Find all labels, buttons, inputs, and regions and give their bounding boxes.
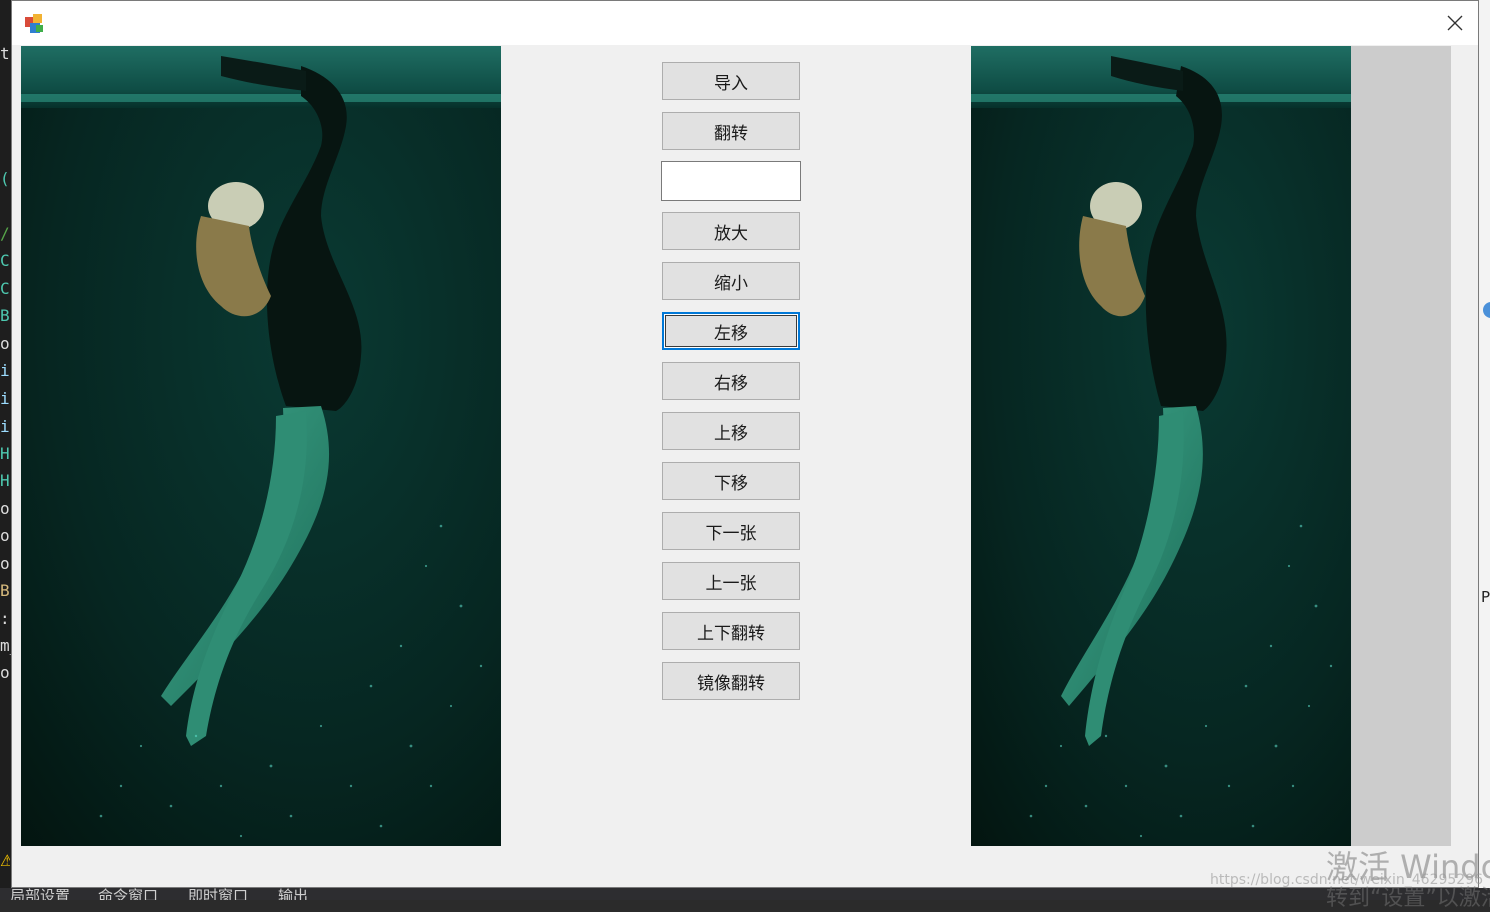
ide-code-fragment: / (0, 224, 10, 243)
move-left-button[interactable]: 左移 (662, 312, 800, 350)
zoom-out-button[interactable]: 缩小 (662, 262, 800, 300)
underwater-photo (21, 46, 501, 846)
ide-right-edge (1479, 0, 1490, 888)
ide-bottom-tabs: 局部设置 命令窗口 即时窗口 输出 (0, 888, 1490, 900)
ide-tab-locals[interactable]: 局部设置 (10, 888, 70, 900)
ide-tab-immediate[interactable]: 即时窗口 (188, 888, 248, 900)
close-icon (1447, 15, 1463, 31)
ide-right-fragment: P (1481, 588, 1490, 606)
underwater-photo-processed (971, 46, 1351, 846)
move-right-button[interactable]: 右移 (662, 362, 800, 400)
ide-tab-output[interactable]: 输出 (278, 888, 308, 900)
ide-code-fragment: C (0, 251, 10, 270)
ide-code-fragment: B (0, 581, 10, 600)
ide-code-fragment: i (0, 389, 10, 408)
value-input[interactable] (661, 161, 801, 201)
processed-image-panel (971, 46, 1351, 846)
activation-watermark-sub: 转到“设置”以激活 (1326, 886, 1490, 911)
original-image-panel (21, 46, 501, 846)
flip-button[interactable]: 翻转 (662, 112, 800, 150)
next-image-button[interactable]: 下一张 (662, 512, 800, 550)
ide-code-fragment: ( (0, 169, 10, 188)
mirror-flip-button[interactable]: 镜像翻转 (662, 662, 800, 700)
picture-box-empty-area (1351, 46, 1451, 846)
ide-code-fragment: H (0, 471, 10, 490)
app-icon (25, 14, 43, 33)
zoom-in-button[interactable]: 放大 (662, 212, 800, 250)
title-bar (12, 1, 1478, 45)
warning-icon: ⚠ (0, 852, 10, 870)
prev-image-button[interactable]: 上一张 (662, 562, 800, 600)
ide-code-fragment: i (0, 417, 10, 436)
ide-code-fragment: B (0, 306, 10, 325)
move-down-button[interactable]: 下移 (662, 462, 800, 500)
vertical-flip-button[interactable]: 上下翻转 (662, 612, 800, 650)
close-button[interactable] (1432, 1, 1478, 45)
ide-code-fragment: H (0, 444, 10, 463)
ide-tab-command[interactable]: 命令窗口 (98, 888, 158, 900)
ide-code-fragment: i (0, 361, 10, 380)
image-viewer-dialog: 导入 翻转 放大 缩小 左移 右移 上移 下移 下一张 上一张 上下翻转 镜像翻… (11, 0, 1479, 888)
import-button[interactable]: 导入 (662, 62, 800, 100)
move-up-button[interactable]: 上移 (662, 412, 800, 450)
ide-code-fragment: : (0, 609, 10, 628)
